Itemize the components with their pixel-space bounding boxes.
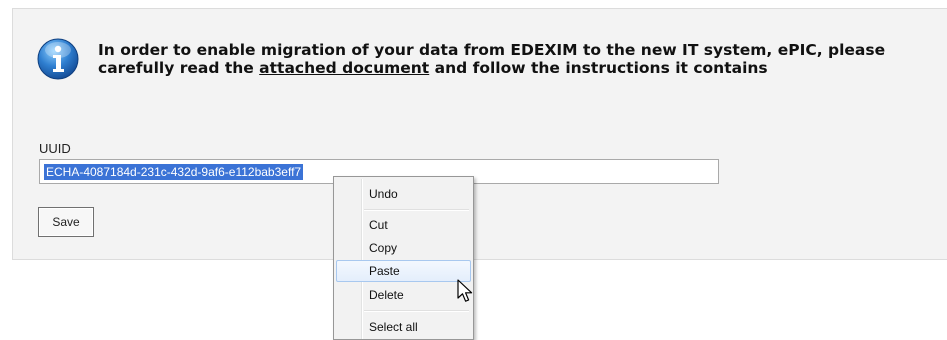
menu-item-select-all[interactable]: Select all [336,316,471,338]
save-button[interactable]: Save [38,207,94,237]
menu-item-delete[interactable]: Delete [336,284,471,306]
notice-line-1: In order to enable migration of your dat… [98,41,886,59]
info-icon [37,38,79,80]
notice-line-2-prefix: carefully read the [98,59,260,77]
menu-item-cut[interactable]: Cut [336,214,471,236]
uuid-label: UUID [39,141,71,156]
menu-item-undo[interactable]: Undo [336,183,471,205]
notice-line-2: carefully read the attached document and… [98,59,947,77]
context-menu: Undo Cut Copy Paste Delete Select all [333,176,474,340]
migration-notice: In order to enable migration of your dat… [98,41,947,77]
menu-separator [364,310,469,312]
menu-separator [364,209,469,211]
notice-line-2-suffix: and follow the instructions it contains [429,59,768,77]
menu-item-paste[interactable]: Paste [336,260,471,282]
menu-item-copy[interactable]: Copy [336,237,471,259]
mouse-pointer-icon [457,279,473,302]
page: In order to enable migration of your dat… [0,0,947,340]
uuid-selected-text: ECHA-4087184d-231c-432d-9af6-e112bab3eff… [44,164,304,180]
attached-document-link[interactable]: attached document [259,59,429,77]
